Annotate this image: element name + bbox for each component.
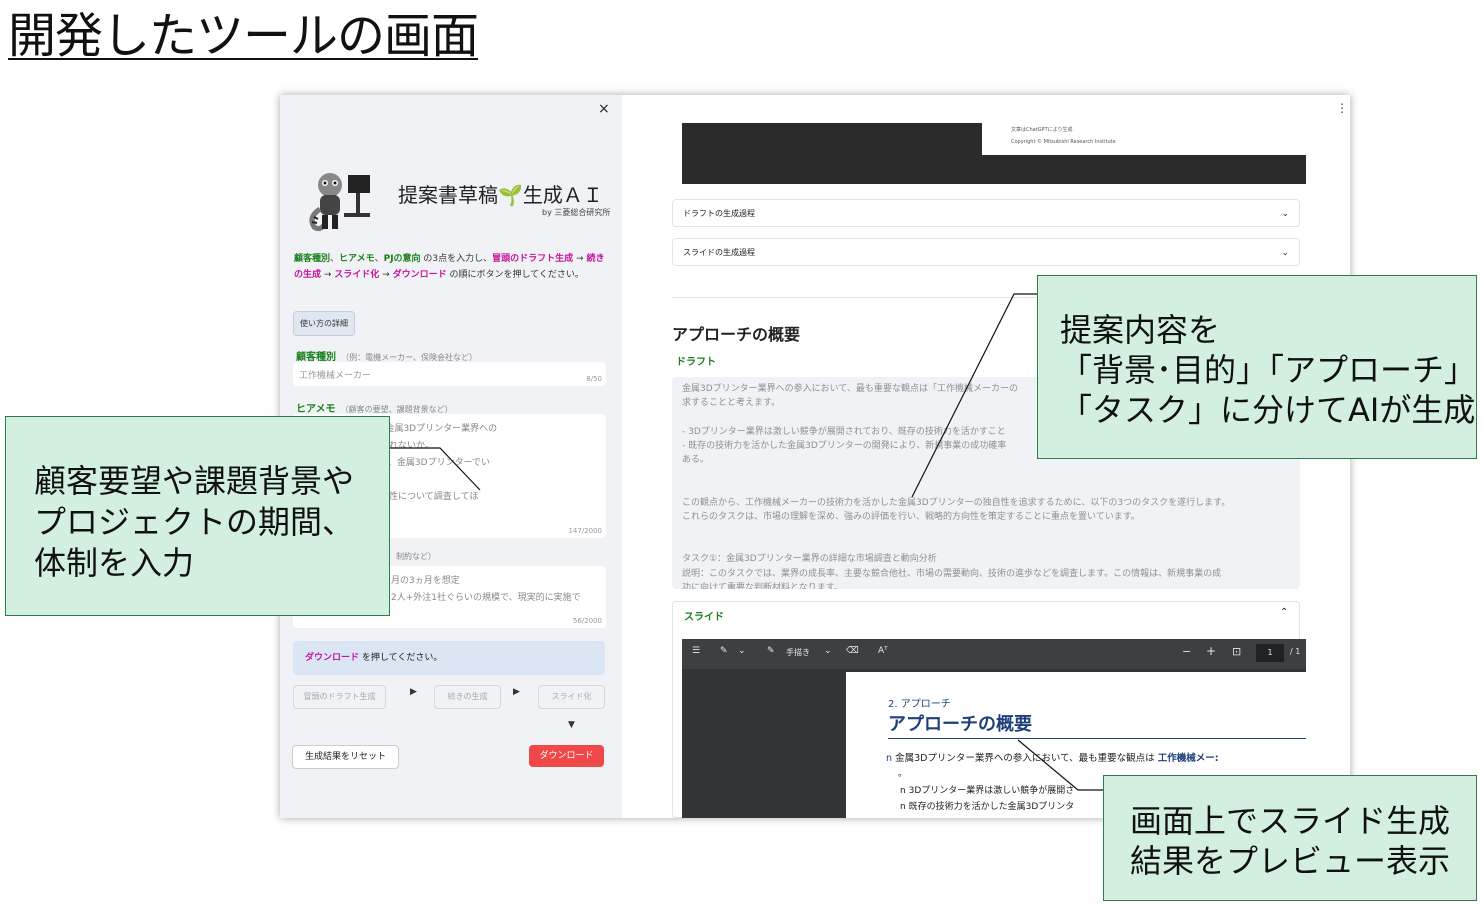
bullet-text: 金属3Dプリンター業界への参入において、最も重要な観点は	[895, 753, 1155, 764]
arrow-down-icon: ▼	[568, 720, 575, 730]
contents-menu-icon[interactable]: ☰	[692, 646, 700, 656]
image-caption: 文章はChatGPTにより生成	[1011, 127, 1073, 133]
chevron-down-icon[interactable]: ⌄	[738, 646, 746, 656]
bullet-icon: n	[900, 802, 906, 812]
intro-term-pj: PJの意向	[383, 254, 421, 264]
intro-sep: →	[379, 270, 393, 280]
customer-type-hint: （例：電機メーカー、保険会社など）	[341, 353, 478, 362]
hearing-memo-hint: （顧客の要望、課題背景など）	[340, 405, 453, 414]
intro-step-slide: スライド化	[334, 270, 380, 280]
bullet-text: 既存の技術力を活かした金属3Dプリンタ	[908, 802, 1075, 812]
slide-process-expander[interactable]: スライドの生成過程 ⌄	[672, 238, 1300, 266]
alert-text: を押してください。	[359, 653, 443, 663]
pj-intent-text: 月の3ヵ月を想定 2人+外注1社ぐらいの規模で、現実的に実施で	[391, 573, 581, 607]
slide-subbullet-1: n 3Dプリンター業界は激しい競争が展開さ	[900, 783, 1074, 796]
slide-subbullet-2: n 既存の技術力を活かした金属3Dプリンタ	[900, 799, 1074, 812]
intro-step-download: ダウンロード	[392, 270, 447, 280]
app-name: 提案書草稿🌱生成ＡＩ	[398, 183, 603, 207]
reset-button[interactable]: 生成結果をリセット	[292, 745, 399, 769]
pdf-toolbar: ☰ ✎ ⌄ ✎ 手描き ⌄ ⌫ Aᵀ − + ⊡ 1 / 1	[682, 639, 1306, 669]
intro-sep: →	[573, 254, 587, 264]
alert-strong: ダウンロード	[305, 653, 360, 663]
callout-line: 「背景･目的」「アプローチ」	[1060, 351, 1477, 389]
draw-label[interactable]: 手描き	[786, 647, 810, 658]
slide-title-text: アプローチの概要	[888, 714, 1032, 735]
page-total: / 1	[1290, 647, 1301, 656]
draw-icon[interactable]: ✎	[767, 646, 775, 656]
callout-generate: 提案内容を 「背景･目的」「アプローチ」 「タスク」に分けてAIが生成	[1037, 275, 1477, 459]
header-image-dark	[682, 123, 982, 184]
bullet-strong: 工作機械メー:	[1157, 753, 1219, 764]
bullet-icon: n	[886, 753, 893, 764]
char-count: 147/2000	[568, 527, 602, 535]
usage-details-button[interactable]: 使い方の詳細	[293, 311, 355, 336]
download-button[interactable]: ダウンロード	[529, 745, 604, 767]
continue-generate-button[interactable]: 続きの生成	[434, 685, 501, 709]
chevron-up-icon[interactable]: ⌃	[1280, 607, 1288, 618]
chevron-down-icon[interactable]: ⌄	[824, 646, 832, 656]
intro-sep: 、	[330, 254, 340, 264]
instructions-text: 顧客種別、ヒアメモ、PJの意向 の3点を入力し、冒頭のドラフト生成 → 続きの生…	[294, 251, 609, 283]
zoom-in-icon[interactable]: +	[1206, 644, 1216, 658]
callout-line: 提案内容を	[1060, 311, 1221, 349]
arrow-right-icon: ▶	[513, 687, 520, 697]
intro-sep: の順にボタンを押してください。	[446, 270, 584, 280]
intro-step-draft: 冒頭のドラフト生成	[492, 254, 574, 264]
pj-line: 2人+外注1社ぐらいの規模で、現実的に実施で	[391, 593, 581, 603]
callout-line: プロジェクトの期間、	[34, 503, 355, 541]
intro-sep: 、	[374, 254, 384, 264]
image-copyright: Copyright © Mitsubishi Research Institut…	[1011, 139, 1116, 145]
char-count: 56/2000	[572, 617, 602, 625]
mascot-logo	[306, 167, 376, 233]
header-image-band	[982, 155, 1306, 184]
pj-intent-hint: 制約など）	[396, 552, 436, 561]
section-title: アプローチの概要	[672, 325, 801, 344]
draft-generate-button[interactable]: 冒頭のドラフト生成	[293, 685, 386, 709]
callout-line: 画面上でスライド生成	[1130, 802, 1451, 840]
callout-input: 顧客要望や課題背景や プロジェクトの期間、 体制を入力	[5, 416, 390, 616]
zoom-out-icon[interactable]: −	[1182, 645, 1191, 658]
slide-label: スライド	[684, 612, 724, 623]
pj-line: 月の3ヵ月を想定	[391, 576, 460, 586]
slide-bullet-1: n 金属3Dプリンター業界への参入において、最も重要な観点は 工作機械メー:	[886, 750, 1219, 764]
intro-term-customer: 顧客種別	[294, 254, 331, 264]
draft-label: ドラフト	[676, 357, 716, 368]
slide-bullet-cont: 。	[898, 769, 908, 779]
callout-line: 結果をプレビュー表示	[1130, 842, 1451, 880]
app-byline: by 三菱総合研究所	[542, 208, 611, 217]
slide-generate-button[interactable]: スライド化	[538, 685, 605, 709]
page-number-input[interactable]: 1	[1256, 644, 1284, 662]
expander-label: スライドの生成過程	[683, 248, 755, 257]
slide-number: 2. アプローチ	[888, 699, 951, 710]
fit-page-icon[interactable]: ⊡	[1232, 645, 1241, 658]
highlight-icon[interactable]: ✎	[720, 646, 728, 656]
draft-process-expander[interactable]: ドラフトの生成過程 ⌄	[672, 199, 1300, 227]
chevron-down-icon: ⌄	[1281, 209, 1289, 219]
bullet-icon: n	[900, 786, 906, 796]
slide-rule	[888, 738, 1306, 739]
eraser-icon[interactable]: ⌫	[846, 646, 859, 656]
callout-line: 顧客要望や課題背景や	[34, 462, 355, 500]
callout-line: 体制を入力	[34, 544, 195, 582]
bullet-text: 3Dプリンター業界は激しい競争が展開さ	[908, 786, 1075, 796]
chevron-down-icon: ⌄	[1281, 248, 1289, 258]
callout-preview: 画面上でスライド生成 結果をプレビュー表示	[1103, 775, 1477, 901]
intro-sep: の3点を入力し、	[420, 254, 493, 264]
info-alert: ダウンロード を押してください。	[293, 641, 605, 675]
intro-term-memo: ヒアメモ	[339, 254, 375, 264]
close-icon[interactable]: ×	[598, 101, 610, 117]
customer-type-value: 工作機械メーカー	[299, 371, 372, 381]
callout-line: 「タスク」に分けてAIが生成	[1060, 391, 1476, 429]
expander-label: ドラフトの生成過程	[683, 209, 755, 218]
intro-sep: →	[321, 270, 335, 280]
customer-type-input[interactable]: 工作機械メーカー 8/50	[293, 362, 606, 386]
slide-title: 開発したツールの画面	[8, 8, 479, 64]
kebab-menu-icon[interactable]: ⋮	[1336, 101, 1348, 115]
text-tool-icon[interactable]: Aᵀ	[878, 646, 888, 656]
char-count: 8/50	[586, 375, 602, 383]
arrow-right-icon: ▶	[410, 687, 417, 697]
